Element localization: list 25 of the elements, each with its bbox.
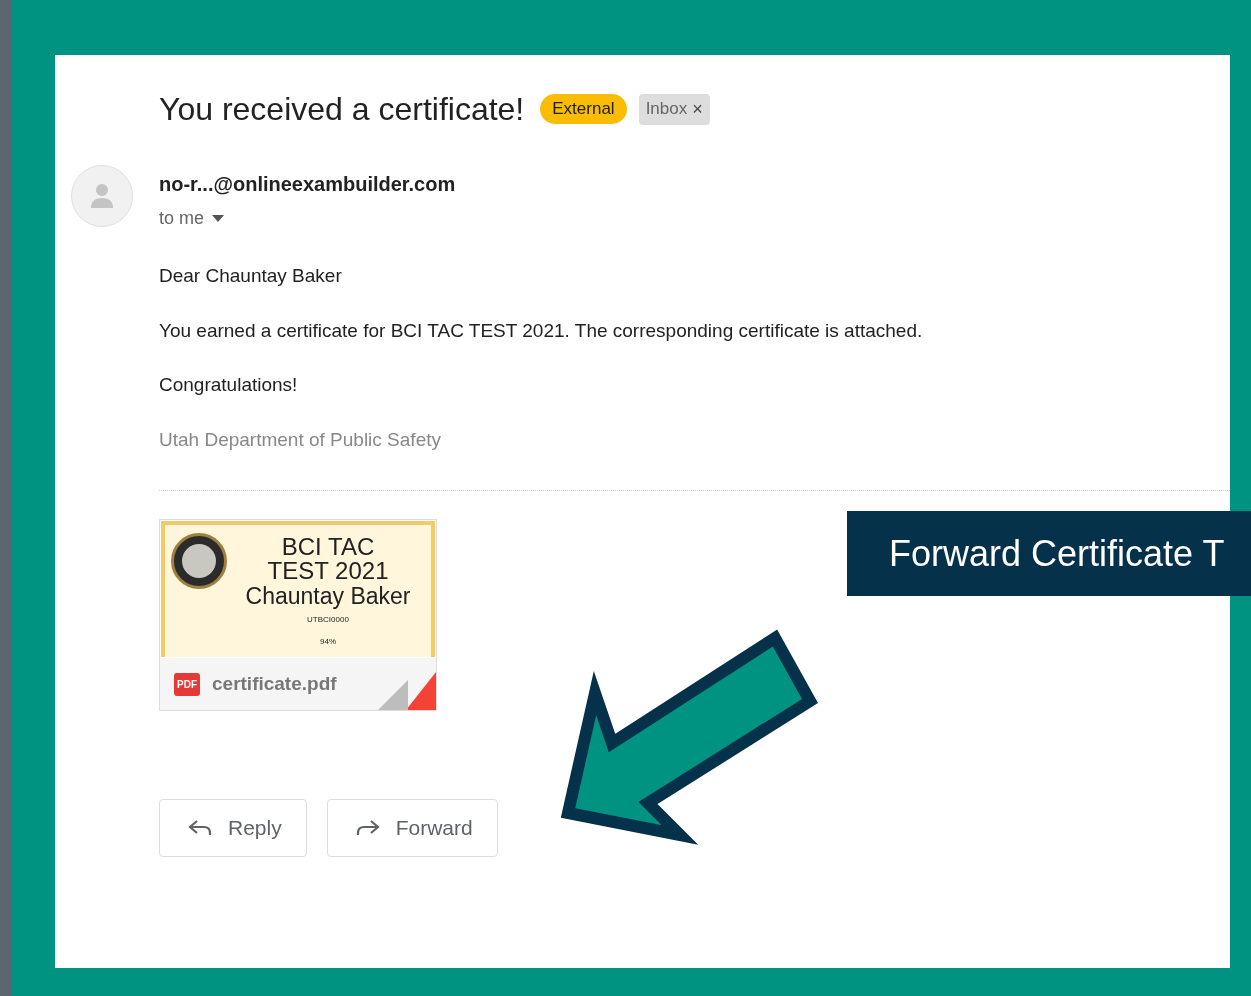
- remove-label-button[interactable]: ×: [692, 95, 703, 123]
- forward-button[interactable]: Forward: [326, 799, 498, 857]
- attachment-card[interactable]: BCI TAC TEST 2021 Chauntay Baker UTBCI0000 94% PDF certificate.pdf: [159, 519, 437, 711]
- body-paragraph: You earned a certificate for BCI TAC TEST 2021. The corresponding certificate is attached.: [159, 318, 924, 343]
- attachment-filename: certificate.pdf: [212, 671, 337, 696]
- certificate-score: 94%: [320, 638, 336, 646]
- callout-text: Forward Certificate T: [889, 531, 1225, 576]
- signature-text: Utah Department of Public Safety: [159, 427, 442, 452]
- reply-icon: [188, 819, 212, 837]
- dropdown-icon[interactable]: [212, 215, 225, 222]
- certificate-id: UTBCI0000: [307, 616, 349, 624]
- email-subject: You received a certificate!: [159, 90, 525, 129]
- certificate-name: Chauntay Baker: [245, 585, 411, 608]
- body-paragraph: Congratulations!: [159, 373, 299, 397]
- label-text: Inbox: [645, 98, 688, 121]
- recipient-text: to me: [159, 207, 205, 230]
- sender-address: no-r...@onlineexambuilder.com: [159, 172, 457, 197]
- pdf-icon: PDF: [174, 672, 200, 696]
- body-paragraph: Dear Chauntay Baker: [159, 264, 343, 288]
- page-corner-icon: [378, 672, 436, 710]
- seal-icon: [171, 533, 227, 589]
- forward-icon: [355, 819, 380, 837]
- reply-button[interactable]: Reply: [159, 799, 307, 857]
- certificate-title: BCI TAC TEST 2021: [266, 535, 390, 583]
- label-tag: External: [540, 94, 627, 124]
